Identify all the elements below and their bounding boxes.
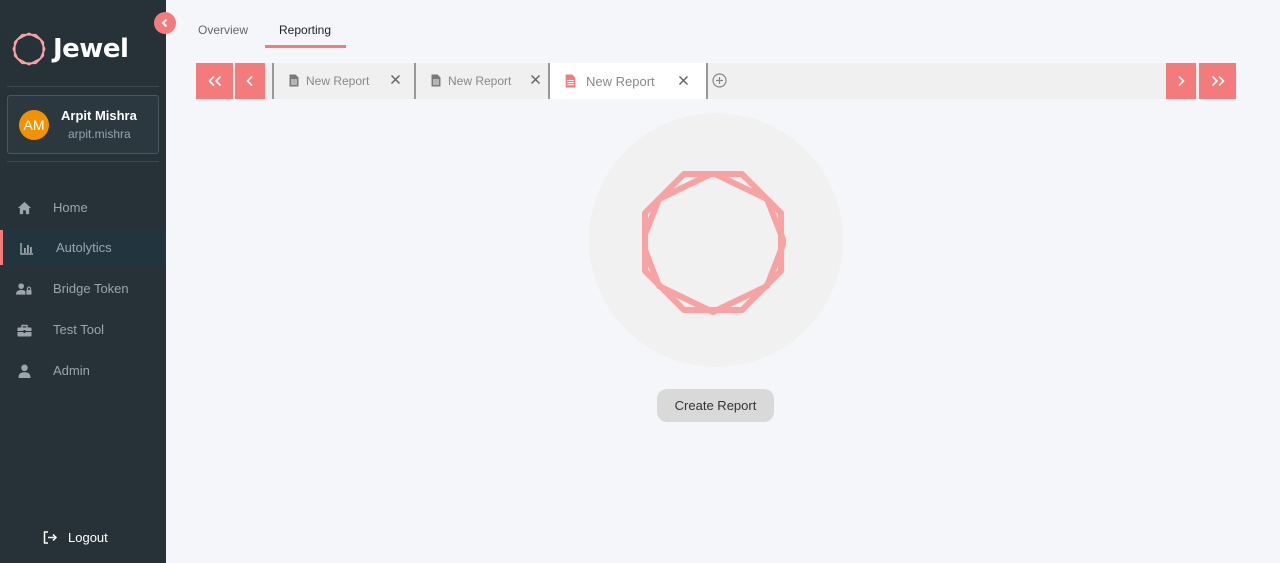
home-icon	[16, 200, 32, 216]
scroll-first-button[interactable]	[196, 63, 233, 99]
sidebar-item-label: Bridge Token	[53, 281, 129, 296]
divider	[7, 161, 159, 162]
report-tab[interactable]: New Report	[274, 63, 414, 99]
sidebar-item-test-tool[interactable]: Test Tool	[0, 312, 166, 347]
report-tab-active[interactable]: New Report	[550, 63, 706, 99]
divider	[7, 86, 159, 87]
scroll-last-button[interactable]	[1199, 63, 1236, 99]
logout-button[interactable]: Logout	[43, 530, 108, 545]
toolbox-icon	[16, 322, 32, 338]
report-tab[interactable]: New Report	[416, 63, 548, 99]
sidebar-item-label: Admin	[53, 363, 90, 378]
bar-chart-icon	[19, 240, 35, 256]
chevron-right-icon	[1178, 75, 1185, 87]
tab-separator	[706, 63, 708, 99]
chevron-left-icon	[246, 75, 253, 87]
sidebar-item-label: Test Tool	[53, 322, 105, 337]
jewel-logo-icon	[642, 171, 786, 315]
document-icon	[289, 74, 299, 87]
sidebar-item-home[interactable]: Home	[0, 190, 166, 225]
logout-icon	[43, 531, 58, 544]
close-icon[interactable]	[678, 75, 689, 86]
close-icon[interactable]	[530, 74, 541, 85]
sidebar-item-admin[interactable]: Admin	[0, 353, 166, 388]
double-chevron-right-icon	[1211, 75, 1225, 87]
user-card[interactable]: AM Arpit Mishra arpit.mishra	[7, 95, 159, 154]
tab-overview[interactable]: Overview	[198, 23, 248, 37]
collapse-sidebar-button[interactable]	[154, 12, 176, 34]
sidebar-item-label: Home	[53, 200, 88, 215]
tab-reporting[interactable]: Reporting	[279, 23, 331, 37]
sidebar-item-label: Autolytics	[56, 240, 112, 255]
document-icon	[565, 74, 576, 88]
avatar: AM	[19, 110, 49, 140]
close-icon[interactable]	[390, 74, 401, 85]
app-name: Jewel	[53, 34, 129, 64]
user-icon	[16, 363, 32, 379]
logout-label: Logout	[68, 530, 108, 545]
report-tab-label: New Report	[306, 74, 370, 88]
document-icon	[431, 74, 441, 87]
scroll-next-button[interactable]	[1166, 63, 1196, 99]
sidebar-item-bridge-token[interactable]: Bridge Token	[0, 271, 166, 306]
chevron-left-icon	[161, 18, 168, 28]
user-handle: arpit.mishra	[68, 127, 131, 141]
sidebar: Jewel AM Arpit Mishra arpit.mishra Home …	[0, 0, 166, 563]
report-tab-label: New Report	[586, 73, 655, 89]
scroll-prev-button[interactable]	[235, 63, 265, 99]
active-tab-indicator	[265, 45, 346, 48]
double-chevron-left-icon	[207, 75, 221, 87]
add-tab-icon[interactable]	[712, 73, 727, 88]
app-logo: Jewel	[12, 32, 129, 66]
report-tab-label: New Report	[448, 74, 512, 88]
user-lock-icon	[16, 281, 32, 297]
sidebar-item-autolytics[interactable]: Autolytics	[0, 230, 166, 265]
jewel-logo-icon	[12, 32, 46, 66]
create-report-button[interactable]: Create Report	[657, 389, 774, 422]
user-name: Arpit Mishra	[61, 108, 137, 123]
